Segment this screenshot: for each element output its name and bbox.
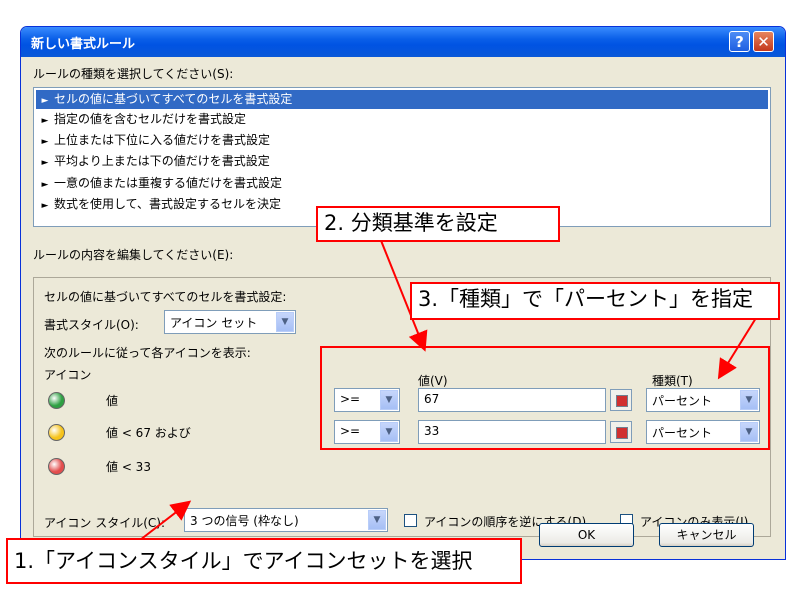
format-style-value: アイコン セット	[170, 316, 258, 330]
close-button[interactable]: ✕	[753, 31, 774, 52]
icon-style-label: アイコン スタイル(C):	[44, 516, 166, 530]
criteria-highlight-frame	[320, 346, 770, 450]
cancel-button[interactable]: キャンセル	[659, 523, 754, 547]
icon-condition-text: 値 < 33	[106, 460, 151, 474]
bullet-arrow-icon: ►	[41, 158, 49, 168]
rule-type-item[interactable]: ► 指定の値を含むセルだけを書式設定	[36, 110, 768, 129]
rule-type-item[interactable]: ► 平均より上または下の値だけを書式設定	[36, 152, 768, 171]
rule-description: セルの値に基づいてすべてのセルを書式設定:	[44, 290, 287, 304]
dialog-title: 新しい書式ルール	[31, 37, 136, 52]
bullet-arrow-icon: ►	[41, 137, 49, 147]
rule-type-item-label: 上位または下位に入る値だけを書式設定	[54, 133, 271, 147]
rule-type-item-label: 一意の値または重複する値だけを書式設定	[54, 176, 283, 190]
step1-callout: 1.「アイコンスタイル」でアイコンセットを選択	[6, 538, 522, 584]
icon-header: アイコン	[44, 368, 92, 382]
bullet-arrow-icon: ►	[41, 116, 49, 126]
icon-style-value: 3 つの信号 (枠なし)	[190, 514, 299, 528]
reverse-order-checkbox[interactable]	[404, 514, 417, 527]
title-bar[interactable]: 新しい書式ルール ? ✕	[21, 27, 785, 57]
red-signal-icon	[48, 458, 65, 475]
help-button[interactable]: ?	[729, 31, 750, 52]
rule-type-label: ルールの種類を選択してください(S):	[33, 67, 234, 81]
format-style-select[interactable]: アイコン セット ▼	[164, 310, 296, 334]
bullet-arrow-icon: ►	[41, 96, 49, 106]
rule-type-item-label: セルの値に基づいてすべてのセルを書式設定	[54, 92, 293, 106]
rule-type-item[interactable]: ► 上位または下位に入る値だけを書式設定	[36, 131, 768, 150]
rule-type-item[interactable]: ► 一意の値または重複する値だけを書式設定	[36, 174, 768, 193]
yellow-signal-icon	[48, 424, 65, 441]
icon-condition-text: 値 < 67 および	[106, 426, 191, 440]
bullet-arrow-icon: ►	[41, 180, 49, 190]
format-style-label: 書式スタイル(O):	[44, 318, 139, 332]
rule-type-item-label: 平均より上または下の値だけを書式設定	[54, 154, 270, 168]
icon-style-select[interactable]: 3 つの信号 (枠なし) ▼	[184, 508, 388, 532]
chevron-down-icon[interactable]: ▼	[368, 510, 386, 530]
icon-condition-text: 値	[106, 394, 119, 408]
step2-callout: 2. 分類基準を設定	[316, 206, 560, 242]
chevron-down-icon[interactable]: ▼	[276, 312, 294, 332]
rule-edit-label: ルールの内容を編集してください(E):	[33, 248, 234, 262]
display-rule-label: 次のルールに従って各アイコンを表示:	[44, 346, 251, 360]
green-signal-icon	[48, 392, 65, 409]
ok-button[interactable]: OK	[539, 523, 634, 547]
step3-callout: 3.「種類」で「パーセント」を指定	[410, 282, 780, 320]
bullet-arrow-icon: ►	[41, 201, 49, 211]
rule-type-item[interactable]: ► セルの値に基づいてすべてのセルを書式設定	[36, 90, 768, 109]
rule-type-item-label: 数式を使用して、書式設定するセルを決定	[54, 197, 282, 211]
rule-type-item-label: 指定の値を含むセルだけを書式設定	[54, 112, 247, 126]
